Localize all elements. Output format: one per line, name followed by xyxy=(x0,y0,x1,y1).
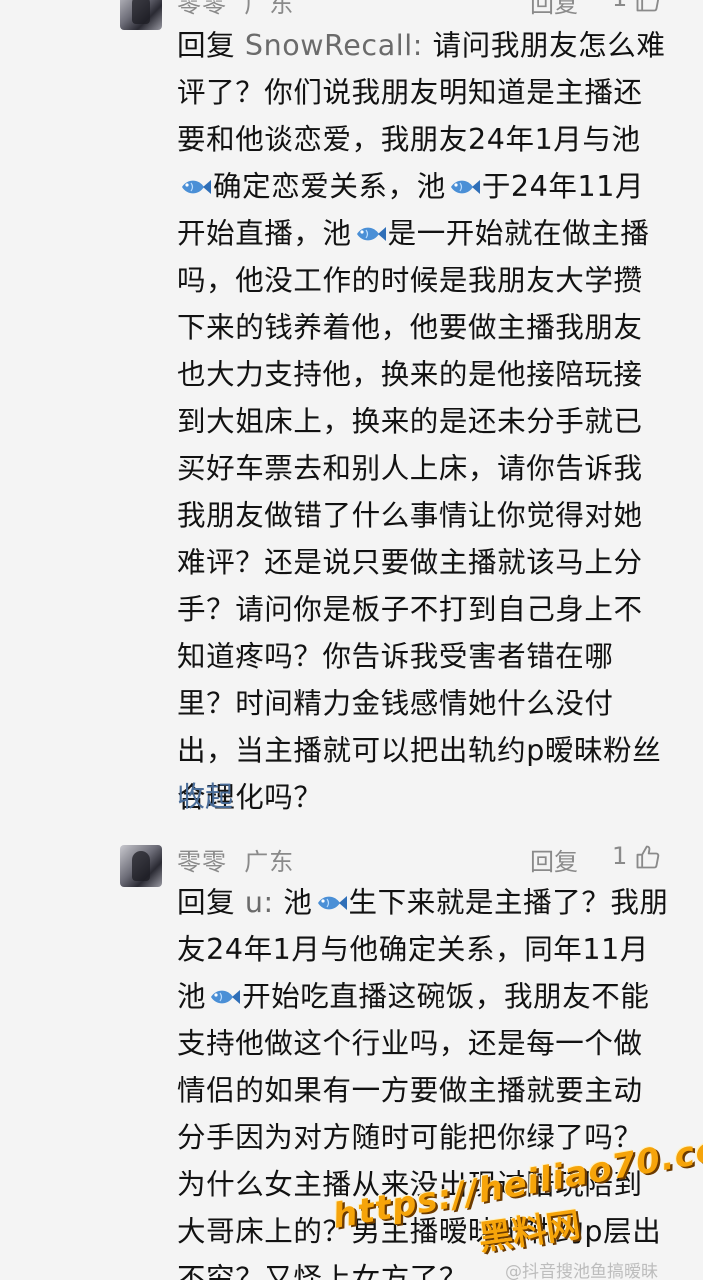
comment-line: 池开始吃直播这碗饭，我朋友不能 xyxy=(177,980,650,1013)
fish-emoji-icon xyxy=(182,180,211,194)
comment-line: 开始直播，池 是一开始就在做主播 xyxy=(177,217,650,250)
fish-emoji-icon xyxy=(450,180,480,194)
comment-line: 我朋友做错了什么事情让你觉得对她 xyxy=(177,499,643,532)
avatar[interactable] xyxy=(120,845,162,887)
comment-line: 情侣的如果有一方要做主播就要主动 xyxy=(177,1074,643,1107)
fish-emoji-icon xyxy=(211,990,241,1004)
comment-line: 到大姐床上，换来的是还未分手就已 xyxy=(177,405,643,438)
comment-line: 知道疼吗？你告诉我受害者错在哪 xyxy=(177,640,614,673)
comment-line: 确定恋爱关系，池 于24年11月 xyxy=(177,163,677,210)
location: 广东 xyxy=(244,0,295,18)
comment-line: 评了？你们说我朋友明知道是主播还 xyxy=(177,76,643,109)
comment-line: 买好车票去和别人上床，请你告诉我 xyxy=(177,452,643,485)
comment-body: 回复 SnowRecall: 请问我朋友怎么难 评了？你们说我朋友明知道是主播还… xyxy=(177,22,677,821)
fish-emoji-icon xyxy=(356,227,386,241)
reply-button[interactable]: 回复 xyxy=(530,842,578,877)
comment-line: 出，当主播就可以把出轨约p暧昧粉丝 xyxy=(177,734,662,767)
comment-line: 手？请问你是板子不打到自己身上不 xyxy=(177,593,643,626)
username[interactable]: 零零 xyxy=(177,0,227,18)
comment-line: 支持他做这个行业吗，还是每一个做 xyxy=(177,1027,643,1060)
fish-emoji-icon xyxy=(317,896,347,910)
comment-user-meta: 零零 广东 xyxy=(177,842,294,877)
comment-line: 难评？还是说只要做主播就该马上分 xyxy=(177,546,643,579)
like-count: 1 xyxy=(612,842,628,870)
reply-button[interactable]: 回复 xyxy=(530,0,578,19)
comment-line: 吗，他没工作的时候是我朋友大学攒 xyxy=(177,264,643,297)
comment-line: 下来的钱养着他，他要做主播我朋友 xyxy=(177,311,643,344)
comment-line: 友24年1月与他确定关系，同年11月 xyxy=(177,933,649,966)
mention-link[interactable]: SnowRecall: xyxy=(245,29,423,62)
comment-user-meta: 零零 广东 xyxy=(177,0,294,19)
comment-line: 合理化吗？ xyxy=(177,781,323,814)
weibo-watermark: @抖音搜池鱼搞暧昧 xyxy=(505,1262,658,1280)
thumbs-up-icon[interactable] xyxy=(634,843,662,871)
comment-line: 要和他谈恋爱，我朋友24年1月与池 xyxy=(177,123,641,156)
mention-link[interactable]: u: xyxy=(245,886,274,919)
collapse-link[interactable]: 收起 xyxy=(177,775,233,815)
comment-line: 里？时间精力金钱感情她什么没付 xyxy=(177,687,614,720)
location: 广东 xyxy=(244,848,295,876)
comment-line: 回复 SnowRecall: 请问我朋友怎么难 xyxy=(177,29,666,62)
avatar[interactable] xyxy=(120,0,162,30)
username[interactable]: 零零 xyxy=(177,848,227,876)
comment-line: 也大力支持他，换来的是他接陪玩接 xyxy=(177,358,643,391)
comment-line: 回复 u: 池生下来就是主播了？我朋 xyxy=(177,886,669,919)
like-count: 1 xyxy=(612,0,627,12)
thumbs-up-icon[interactable] xyxy=(634,0,662,14)
